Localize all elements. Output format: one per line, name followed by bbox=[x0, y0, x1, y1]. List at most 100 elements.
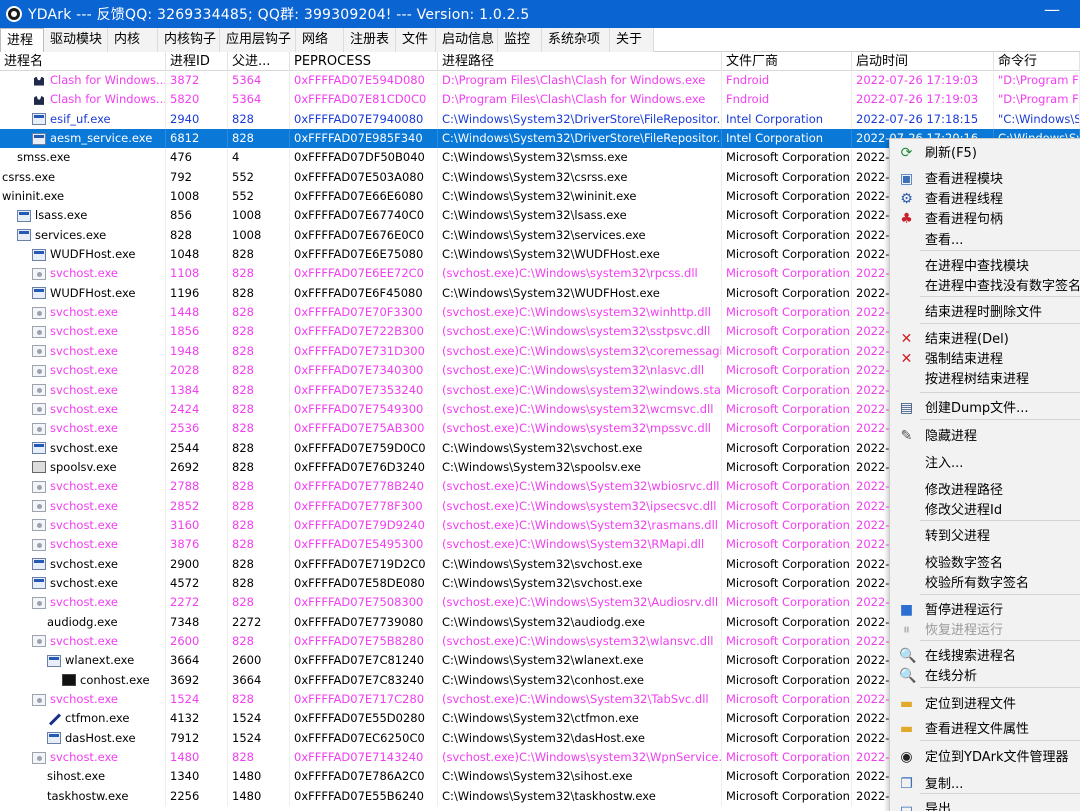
tab-8[interactable]: 启动信息 bbox=[436, 28, 498, 52]
file-vendor-cell: Microsoft Corporation bbox=[722, 148, 852, 168]
parent-process-id-cell: 828 bbox=[228, 438, 290, 458]
menu-item-6[interactable]: 在进程中查找没有数字签名 bbox=[890, 276, 1080, 297]
table-header: 进程名 进程ID 父进... PEPROCESS 进程路径 文件厂商 启动时间 命令行 bbox=[0, 52, 1080, 71]
process-id-cell: 856 bbox=[166, 206, 228, 226]
file-vendor-cell: Microsoft Corporation bbox=[722, 167, 852, 188]
menu-item-2[interactable]: ⚙ 查看进程线程 bbox=[890, 189, 1080, 210]
column-header-6[interactable]: 启动时间 bbox=[852, 52, 994, 71]
menu-item-22[interactable]: 🔍 在线分析 bbox=[890, 666, 1080, 687]
process-path-cell: C:\Windows\System32\conhost.exe bbox=[438, 670, 722, 690]
menu-item-14[interactable]: 修改进程路径 bbox=[890, 480, 1080, 501]
parent-process-id-cell: 1480 bbox=[228, 786, 290, 807]
tab-11[interactable]: 关于 bbox=[610, 28, 654, 52]
process-path-cell: C:\Windows\System32\audiodg.exe bbox=[438, 612, 722, 632]
process-name: spoolsv.exe bbox=[50, 459, 117, 474]
menu-item-label: 创建Dump文件... bbox=[925, 401, 1029, 416]
peprocess-cell: 0xFFFFAD07E67740C0 bbox=[290, 206, 438, 226]
column-header-0[interactable]: 进程名 bbox=[0, 52, 166, 71]
tab-5[interactable]: 网络 bbox=[296, 28, 344, 52]
menu-item-label: 在进程中查找模块 bbox=[925, 259, 1030, 274]
parent-process-id-cell: 828 bbox=[228, 496, 290, 516]
process-path-cell: C:\Windows\System32\services.exe bbox=[438, 225, 722, 246]
menu-item-21[interactable]: 🔍 在线搜索进程名 bbox=[890, 646, 1080, 667]
column-header-3[interactable]: PEPROCESS bbox=[290, 52, 438, 71]
command-line-cell: "C:\Windows\Sys bbox=[994, 109, 1080, 130]
process-name: csrss.exe bbox=[2, 169, 56, 184]
menu-item-3[interactable]: ♣ 查看进程句柄 bbox=[890, 209, 1080, 230]
menu-item-23[interactable]: ▬ 定位到进程文件 bbox=[890, 694, 1080, 715]
column-header-7[interactable]: 命令行 bbox=[994, 52, 1080, 71]
table-row[interactable]: Clash for Windows... 5820 5364 0xFFFFAD07E8… bbox=[0, 90, 1080, 110]
process-name: conhost.exe bbox=[80, 672, 150, 687]
table-row[interactable]: Clash for Windows... 3872 5364 0xFFFFAD07E5… bbox=[0, 71, 1080, 91]
tab-7[interactable]: 文件 bbox=[396, 28, 436, 52]
column-header-2[interactable]: 父进... bbox=[228, 52, 290, 71]
menu-item-9[interactable]: ✕ 强制结束进程 bbox=[890, 349, 1080, 370]
menu-item-11[interactable]: ▤ 创建Dump文件... bbox=[890, 398, 1080, 419]
parent-process-id-cell: 1008 bbox=[228, 206, 290, 226]
process-id-cell: 2692 bbox=[166, 457, 228, 478]
process-path-cell: (svchost.exe)C:\Windows\system32\mpssvc.… bbox=[438, 419, 722, 439]
menu-item-24[interactable]: ▬ 查看进程文件属性 bbox=[890, 719, 1080, 740]
tab-0[interactable]: 进程 bbox=[0, 28, 44, 52]
gear-icon bbox=[32, 306, 46, 319]
tab-1[interactable]: 驱动模块 bbox=[44, 28, 108, 52]
menu-item-label: 定位到YDArk文件管理器 bbox=[925, 750, 1069, 765]
menu-item-8[interactable]: ✕ 结束进程(Del) bbox=[890, 329, 1080, 350]
process-context-menu: ⟳ 刷新(F5) ▣ 查看进程模块 ⚙ 查看进程线程 ♣ 查看进程句柄 查看... 在进程中查找模… bbox=[889, 138, 1080, 811]
tab-10[interactable]: 系统杂项 bbox=[542, 28, 610, 52]
menu-item-15[interactable]: 修改父进程Id bbox=[890, 500, 1080, 521]
gear-icon bbox=[32, 519, 46, 532]
column-header-1[interactable]: 进程ID bbox=[166, 52, 228, 71]
process-name-cell: spoolsv.exe bbox=[0, 457, 166, 478]
minimize-button[interactable]: — bbox=[1044, 2, 1060, 22]
menu-item-26[interactable]: ❐ 复制... bbox=[890, 774, 1080, 795]
tab-4[interactable]: 应用层钩子 bbox=[220, 28, 296, 52]
menu-item-1[interactable]: ▣ 查看进程模块 bbox=[890, 169, 1080, 190]
parent-process-id-cell: 828 bbox=[228, 129, 290, 149]
menu-item-label: 校验所有数字签名 bbox=[925, 576, 1030, 591]
tab-6[interactable]: 注册表 bbox=[344, 28, 396, 52]
process-id-cell: 792 bbox=[166, 167, 228, 188]
menu-item-10[interactable]: 按进程树结束进程 bbox=[890, 369, 1080, 390]
table-row[interactable]: esif_uf.exe 2940 828 0xFFFFAD07E7940080 C:\W… bbox=[0, 109, 1080, 130]
parent-process-id-cell: 828 bbox=[228, 690, 290, 710]
title-bar[interactable]: YDArk --- 反馈QQ: 3269334485; QQ群: 3993092… bbox=[0, 0, 1080, 28]
process-path-cell: C:\Windows\System32\svchost.exe bbox=[438, 573, 722, 594]
process-name: WUDFHost.exe bbox=[50, 285, 136, 300]
tab-2[interactable]: 内核 bbox=[108, 28, 158, 52]
gear-icon bbox=[32, 267, 46, 280]
process-id-cell: 4572 bbox=[166, 573, 228, 594]
tab-9[interactable]: 监控 bbox=[498, 28, 542, 52]
process-path-cell: (svchost.exe)C:\Windows\System32\Audiosr… bbox=[438, 593, 722, 613]
menu-item-0[interactable]: ⟳ 刷新(F5) bbox=[890, 143, 1080, 164]
tab-3[interactable]: 内核钩子 bbox=[158, 28, 220, 52]
column-header-4[interactable]: 进程路径 bbox=[438, 52, 722, 71]
menu-item-18[interactable]: 校验所有数字签名 bbox=[890, 573, 1080, 594]
gear-icon bbox=[32, 403, 46, 416]
process-name-cell: svchost.exe bbox=[0, 515, 166, 536]
menu-item-12[interactable]: ✎ 隐藏进程 bbox=[890, 426, 1080, 447]
menu-item-16[interactable]: 转到父进程 bbox=[890, 526, 1080, 547]
menu-item-19[interactable]: ■ 暂停进程运行 bbox=[890, 600, 1080, 621]
menu-item-7[interactable]: 结束进程时删除文件 bbox=[890, 302, 1080, 323]
process-id-cell: 2256 bbox=[166, 786, 228, 807]
process-name: svchost.exe bbox=[50, 324, 119, 339]
file-vendor-cell: Microsoft Corporation bbox=[722, 670, 852, 690]
column-header-5[interactable]: 文件厂商 bbox=[722, 52, 852, 71]
menu-item-17[interactable]: 校验数字签名 bbox=[890, 553, 1080, 574]
menu-item-27[interactable]: ▭ 导出 bbox=[890, 799, 1080, 811]
process-name: svchost.exe bbox=[50, 401, 119, 416]
menu-item-4[interactable]: 查看... bbox=[890, 230, 1080, 251]
process-path-cell: C:\Windows\System32\smss.exe bbox=[438, 148, 722, 168]
menu-item-5[interactable]: 在进程中查找模块 bbox=[890, 256, 1080, 277]
process-id-cell: 3160 bbox=[166, 515, 228, 536]
menu-item-13[interactable]: 注入... bbox=[890, 453, 1080, 474]
file-vendor-cell: Microsoft Corporation bbox=[722, 631, 852, 652]
file-vendor-cell: Microsoft Corporation bbox=[722, 206, 852, 226]
gear-icon bbox=[32, 751, 46, 764]
process-id-cell: 1008 bbox=[166, 187, 228, 207]
process-name-cell: svchost.exe bbox=[0, 593, 166, 613]
menu-item-25[interactable]: ◉ 定位到YDArk文件管理器 bbox=[890, 747, 1080, 768]
parent-process-id-cell: 828 bbox=[228, 631, 290, 652]
